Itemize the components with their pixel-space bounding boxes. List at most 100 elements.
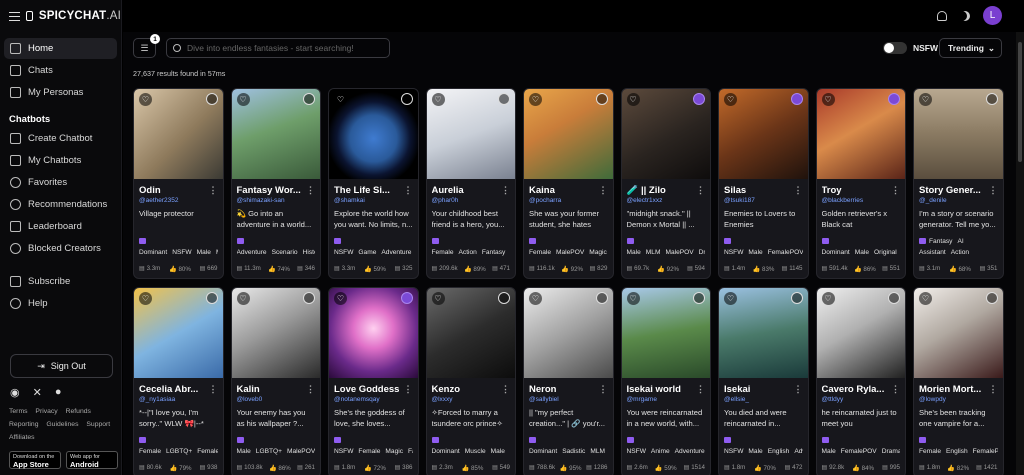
more-options-icon[interactable]: ⋮	[891, 384, 900, 395]
reddit-icon[interactable]: ●	[55, 386, 62, 399]
card-creator-handle[interactable]: @blackberries	[822, 197, 901, 204]
card-tag[interactable]: FemalePOV	[197, 448, 217, 455]
footer-link-refunds[interactable]: Refunds	[66, 408, 91, 415]
x-icon[interactable]: ✕	[33, 386, 42, 399]
card-tag[interactable]: MalePOV	[665, 249, 693, 256]
card-tag[interactable]: Male	[491, 448, 505, 455]
chatbot-card[interactable]: ♡ Silas ⋮ @tsuki187 Enemies to Lovers to…	[718, 88, 809, 279]
card-tag[interactable]: Dominant	[529, 437, 557, 455]
chatbot-card[interactable]: ♡ Isekai world ⋮ @mrgame You were reinca…	[620, 287, 711, 475]
chatbot-card[interactable]: ♡ Cavero Ryla... ⋮ @ttldyy he reincarnat…	[815, 287, 906, 475]
card-tag[interactable]: Adventure	[794, 448, 802, 455]
card-creator-handle[interactable]: @phar0h	[432, 197, 511, 204]
card-tag[interactable]: Drama	[699, 249, 705, 256]
card-image[interactable]: ♡	[426, 89, 515, 179]
card-tag[interactable]: Male	[748, 249, 762, 256]
heart-icon[interactable]: ♡	[334, 292, 347, 305]
card-creator-handle[interactable]: @electr1xxz	[627, 197, 706, 204]
card-tag[interactable]: Fantasy	[919, 238, 952, 245]
card-tag[interactable]: NSFW	[172, 249, 191, 256]
card-tag[interactable]: Muscle	[465, 448, 486, 455]
sidebar-item-create-chatbot[interactable]: Create Chatbot	[4, 128, 117, 149]
card-tag[interactable]: NSFW	[334, 437, 353, 455]
card-image[interactable]: ♡	[231, 89, 320, 179]
chatbot-card[interactable]: ♡ The Life Si... ⋮ @shamkai Explore the …	[328, 88, 419, 279]
heart-icon[interactable]: ♡	[139, 93, 152, 106]
info-icon[interactable]	[400, 93, 413, 105]
card-image[interactable]: ♡	[134, 288, 223, 378]
info-icon[interactable]	[888, 292, 900, 304]
heart-icon[interactable]: ♡	[139, 292, 152, 305]
card-tag[interactable]: Adventure	[381, 249, 411, 256]
card-tag[interactable]: NSFW	[724, 437, 743, 455]
more-options-icon[interactable]: ⋮	[794, 384, 803, 395]
sidebar-item-home[interactable]: Home	[4, 38, 117, 59]
card-creator-handle[interactable]: @_denile	[919, 197, 998, 204]
card-tag[interactable]: Male	[821, 437, 836, 455]
card-tag[interactable]: Dominant	[821, 238, 850, 256]
card-tag[interactable]: Male	[748, 448, 762, 455]
sidebar-item-recommendations[interactable]: Recommendations	[4, 194, 117, 215]
card-tag[interactable]: Female	[139, 437, 161, 455]
card-image[interactable]: ♡	[426, 288, 515, 378]
more-options-icon[interactable]: ⋮	[306, 384, 315, 395]
card-tag[interactable]: Adventure	[236, 238, 267, 256]
card-tag[interactable]: Male	[197, 249, 211, 256]
heart-icon[interactable]: ♡	[334, 93, 347, 106]
more-options-icon[interactable]: ⋮	[599, 384, 608, 395]
more-options-icon[interactable]: ⋮	[891, 185, 900, 196]
card-tag[interactable]: FemalePOV	[768, 249, 803, 256]
chatbot-card[interactable]: ♡ Kaina ⋮ @pocharra She was your former …	[523, 88, 614, 279]
card-tag[interactable]: MalePOV	[556, 249, 584, 256]
sidebar-item-blocked-creators[interactable]: Blocked Creators	[4, 238, 117, 259]
info-icon[interactable]	[400, 292, 413, 304]
footer-link-guidelines[interactable]: Guidelines	[46, 421, 78, 428]
card-tag[interactable]: MalePOV	[287, 448, 315, 455]
sidebar-item-subscribe[interactable]: Subscribe	[4, 271, 117, 292]
heart-icon[interactable]: ♡	[724, 93, 737, 106]
heart-icon[interactable]: ♡	[236, 292, 250, 305]
card-creator-handle[interactable]: @ttldyy	[822, 396, 901, 403]
card-creator-handle[interactable]: @shimazaki-san	[237, 197, 316, 204]
card-creator-handle[interactable]: @notanemsqay	[334, 396, 413, 403]
card-image[interactable]: ♡	[524, 288, 613, 378]
info-icon[interactable]	[985, 93, 998, 105]
footer-link-affiliates[interactable]: Affiliates	[9, 434, 35, 441]
more-options-icon[interactable]: ⋮	[696, 185, 705, 196]
sidebar-item-leaderboard[interactable]: Leaderboard	[4, 216, 117, 237]
card-tag[interactable]: Fantasy	[408, 448, 412, 455]
card-tag[interactable]: Fantasy	[482, 249, 505, 256]
card-tag[interactable]: Adventure	[675, 448, 705, 455]
card-image[interactable]: ♡	[134, 89, 223, 179]
sidebar-item-help[interactable]: Help	[4, 293, 117, 314]
card-tag[interactable]: MLM	[646, 249, 661, 256]
chatbot-card[interactable]: ♡ Cecelia Abr... ⋮ @_ny1asiaa *--|"I lov…	[133, 287, 224, 475]
chatbot-card[interactable]: ♡ Love Goddess ⋮ @notanemsqay She's the …	[328, 287, 419, 475]
info-icon[interactable]	[790, 93, 803, 105]
card-tag[interactable]: NSFW	[626, 437, 646, 455]
card-creator-handle[interactable]: @mrgame	[627, 396, 706, 403]
more-options-icon[interactable]: ⋮	[599, 185, 608, 196]
card-creator-handle[interactable]: @loveb0	[237, 396, 316, 403]
card-tag[interactable]: Scenario	[272, 249, 298, 256]
card-tag[interactable]: Dominant	[139, 238, 167, 256]
heart-icon[interactable]: ♡	[626, 93, 640, 106]
card-tag[interactable]: Female	[919, 437, 941, 455]
card-creator-handle[interactable]: @aether2352	[139, 197, 218, 204]
scrollbar-thumb[interactable]	[1018, 42, 1022, 162]
card-image[interactable]: ♡	[329, 288, 418, 378]
card-creator-handle[interactable]: @tsuki187	[724, 197, 803, 204]
more-options-icon[interactable]: ⋮	[794, 185, 803, 196]
info-icon[interactable]	[498, 93, 510, 105]
android-badge[interactable]: Web app for Android	[66, 451, 118, 469]
card-tag[interactable]: Male	[626, 238, 641, 256]
chatbot-card[interactable]: ♡ Fantasy Wor... ⋮ @shimazaki-san 💫 Go i…	[230, 88, 321, 279]
heart-icon[interactable]: ♡	[529, 292, 542, 305]
sidebar-item-my-chatbots[interactable]: My Chatbots	[4, 150, 117, 171]
card-tag[interactable]: FemalePOV	[841, 448, 877, 455]
card-tag[interactable]: LGBTQ+	[166, 448, 192, 455]
card-image[interactable]: ♡	[914, 89, 1003, 179]
card-tag[interactable]: Male	[236, 437, 251, 455]
chatbot-card[interactable]: ♡ Isekai ⋮ @ellsie_ You died and were re…	[718, 287, 809, 475]
more-options-icon[interactable]: ⋮	[404, 384, 413, 395]
